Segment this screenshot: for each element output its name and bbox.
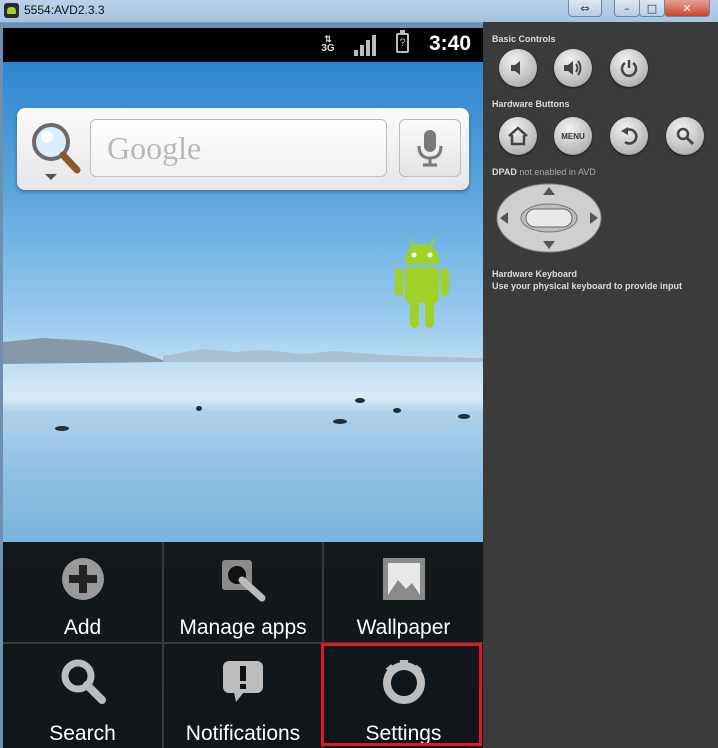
options-menu: Add Manage apps Wallpaper Search Notific… xyxy=(3,542,483,748)
status-clock: 3:40 xyxy=(429,32,472,55)
menu-hardware-label: MENU xyxy=(561,131,585,141)
close-button[interactable]: ✕ xyxy=(664,0,710,17)
wallpaper-icon xyxy=(382,558,425,600)
back-button[interactable] xyxy=(610,117,648,155)
dpad-control[interactable] xyxy=(496,183,602,253)
power-button[interactable] xyxy=(610,49,648,87)
microphone-icon xyxy=(417,130,443,167)
home-icon xyxy=(508,126,528,146)
minimize-button[interactable]: – xyxy=(614,0,640,17)
search-hardware-button[interactable] xyxy=(666,117,704,155)
hardware-keyboard-note: Use your physical keyboard to provide in… xyxy=(492,281,683,291)
home-button[interactable] xyxy=(499,117,537,155)
volume-up-button[interactable] xyxy=(554,49,592,87)
manage-apps-icon xyxy=(222,560,266,602)
back-icon xyxy=(621,127,638,145)
restore-button[interactable]: ⇔ xyxy=(568,0,602,17)
settings-icon xyxy=(382,660,425,704)
power-icon xyxy=(620,60,638,77)
emulator-app-icon xyxy=(4,3,19,18)
search-placeholder: Google xyxy=(107,130,202,166)
menu-item-label: Notifications xyxy=(185,722,301,745)
hardware-keyboard-title: Hardware Keyboard xyxy=(492,269,578,279)
menu-item-label: Settings xyxy=(365,722,442,745)
menu-item-manage-apps[interactable]: Manage apps xyxy=(164,542,324,644)
wallpaper-mountains xyxy=(3,338,483,364)
maximize-button[interactable]: □ xyxy=(639,0,665,17)
hardware-keyboard-info: Hardware Keyboard Use your physical keyb… xyxy=(492,268,682,292)
menu-item-wallpaper[interactable]: Wallpaper xyxy=(324,542,483,644)
notifications-icon xyxy=(223,661,263,702)
window-titlebar: 5554:AVD2.3.3 ⇔ – □ ✕ xyxy=(0,0,718,23)
emulator-control-panel: Basic Controls Hardware Buttons MENU DPA… xyxy=(483,22,718,748)
volume-down-button[interactable] xyxy=(499,49,537,87)
menu-item-label: Manage apps xyxy=(179,616,307,639)
google-search-widget: Google xyxy=(17,108,469,190)
search-magnifier-icon[interactable] xyxy=(29,120,85,182)
search-input[interactable]: Google xyxy=(90,119,387,177)
menu-item-settings[interactable]: Settings xyxy=(324,644,483,748)
menu-item-label: Search xyxy=(49,722,116,745)
status-bar: ⇅ 3G ? 3:40 xyxy=(3,28,483,62)
menu-item-search[interactable]: Search xyxy=(3,644,164,748)
menu-item-label: Add xyxy=(63,616,102,639)
voice-search-button[interactable] xyxy=(399,119,461,177)
battery-icon: ? xyxy=(396,30,409,53)
basic-controls-title: Basic Controls xyxy=(492,34,556,44)
menu-item-notifications[interactable]: Notifications xyxy=(164,644,324,748)
hardware-buttons-title: Hardware Buttons xyxy=(492,99,570,109)
search-icon xyxy=(61,659,106,704)
network-3g-icon: ⇅ 3G xyxy=(321,34,335,54)
volume-up-icon xyxy=(564,60,582,76)
menu-hardware-button[interactable]: MENU xyxy=(554,117,592,155)
window-title: 5554:AVD2.3.3 xyxy=(24,3,105,17)
menu-item-add[interactable]: Add xyxy=(3,542,164,644)
device-screen: ⇅ 3G ? 3:40 Google Add Manage apps Wallp… xyxy=(3,28,483,748)
add-icon xyxy=(61,558,104,600)
search-hardware-icon xyxy=(676,127,695,146)
signal-strength-icon xyxy=(354,34,378,56)
dpad-title: DPAD not enabled in AVD xyxy=(492,167,596,177)
volume-down-icon xyxy=(511,61,520,75)
android-robot-icon[interactable] xyxy=(395,236,449,332)
menu-item-label: Wallpaper xyxy=(356,616,451,639)
